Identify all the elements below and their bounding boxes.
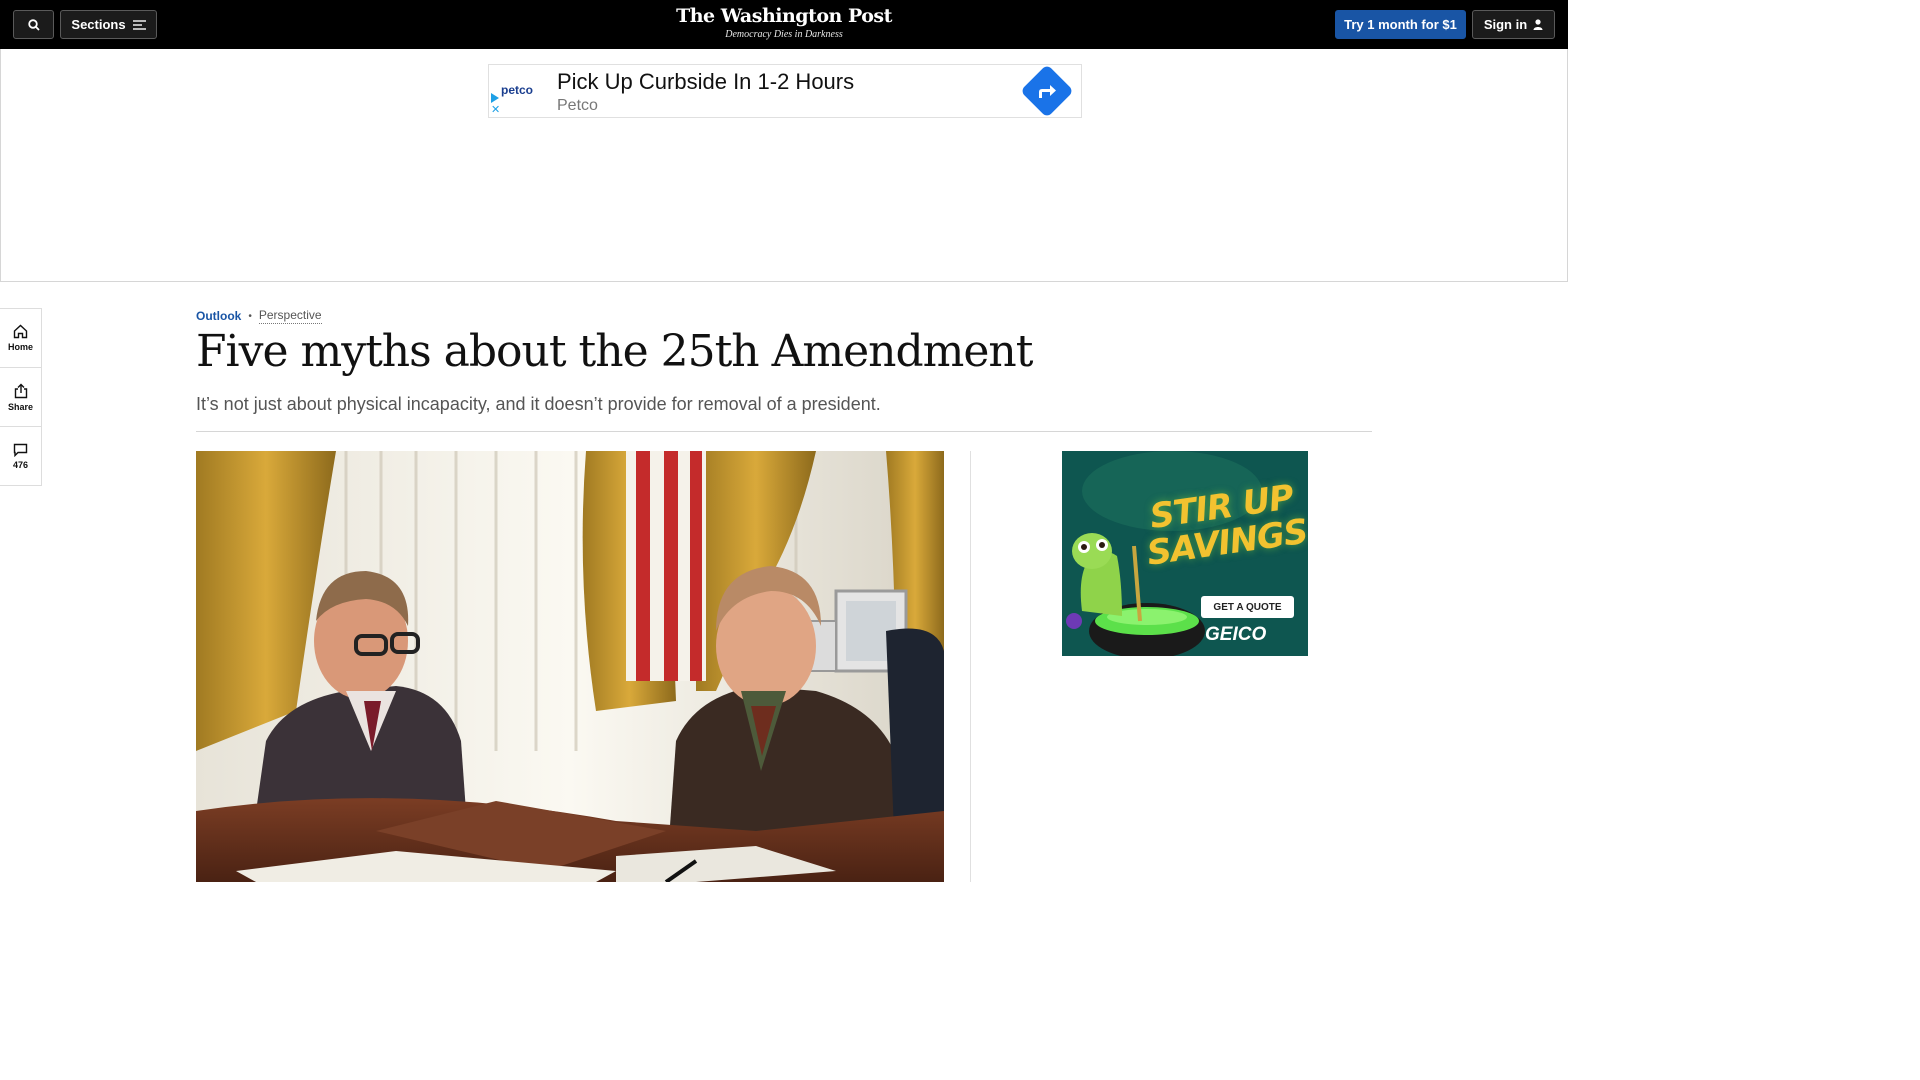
side-action-rail: Home Share 476 [0,308,42,486]
sections-button[interactable]: Sections [60,10,157,39]
home-label: Home [7,342,33,352]
perspective-label[interactable]: Perspective [258,308,322,324]
article-subheadline: It’s not just about physical incapacity,… [196,394,881,414]
site-logo[interactable]: The Washington Post [634,5,934,27]
petco-logo: petco [501,83,533,97]
petco-banner-ad[interactable]: ✕ petco Pick Up Curbside In 1-2 Hours Pe… [488,64,1082,118]
home-icon [13,324,28,339]
top-ad-slot: ✕ petco Pick Up Curbside In 1-2 Hours Pe… [0,49,1568,282]
share-label: Share [7,401,33,412]
home-button[interactable]: Home [0,309,41,368]
section-link[interactable]: Outlook [196,309,241,323]
sign-in-label: Sign in [1483,17,1528,32]
kicker-separator: • [248,310,252,322]
lead-photo[interactable] [196,451,944,882]
column-divider [970,451,971,882]
search-icon [27,18,40,31]
article-headline: Five myths about the 25th Amendment [196,326,1033,377]
article-kicker: Outlook • Perspective [196,308,322,324]
ad-headline: Pick Up Curbside In 1-2 Hours [557,69,855,94]
subscribe-button[interactable]: Try 1 month for $1 [1335,10,1466,39]
geico-logo: GEICO [1205,624,1267,645]
ad-brand: Petco [557,97,598,114]
site-tagline: Democracy Dies in Darkness [725,29,843,40]
top-navigation-bar: Sections The Washington Post Democracy D… [0,0,1568,49]
hamburger-icon [132,19,146,30]
search-button[interactable] [13,10,54,39]
user-icon [1533,19,1543,30]
geico-side-ad[interactable]: STIR UP SAVINGS GET A QUOTE GEICO [1062,451,1308,656]
header-divider [196,431,1372,432]
masthead[interactable]: The Washington Post Democracy Dies in Da… [634,5,934,40]
sections-label: Sections [71,17,126,32]
share-icon [14,383,27,398]
comments-count: 476 [12,460,29,470]
petco-logo-text: petco [501,83,534,97]
sign-in-button[interactable]: Sign in [1472,10,1555,39]
comments-button[interactable]: 476 [0,427,41,486]
share-button[interactable]: Share [0,368,41,427]
directions-arrow-icon [1028,72,1066,110]
lead-photo-image [196,451,944,882]
close-ad-icon[interactable]: ✕ [491,104,500,115]
get-quote-button[interactable]: GET A QUOTE [1201,596,1294,618]
adchoices-icon[interactable] [491,93,499,103]
comment-icon [13,443,28,457]
